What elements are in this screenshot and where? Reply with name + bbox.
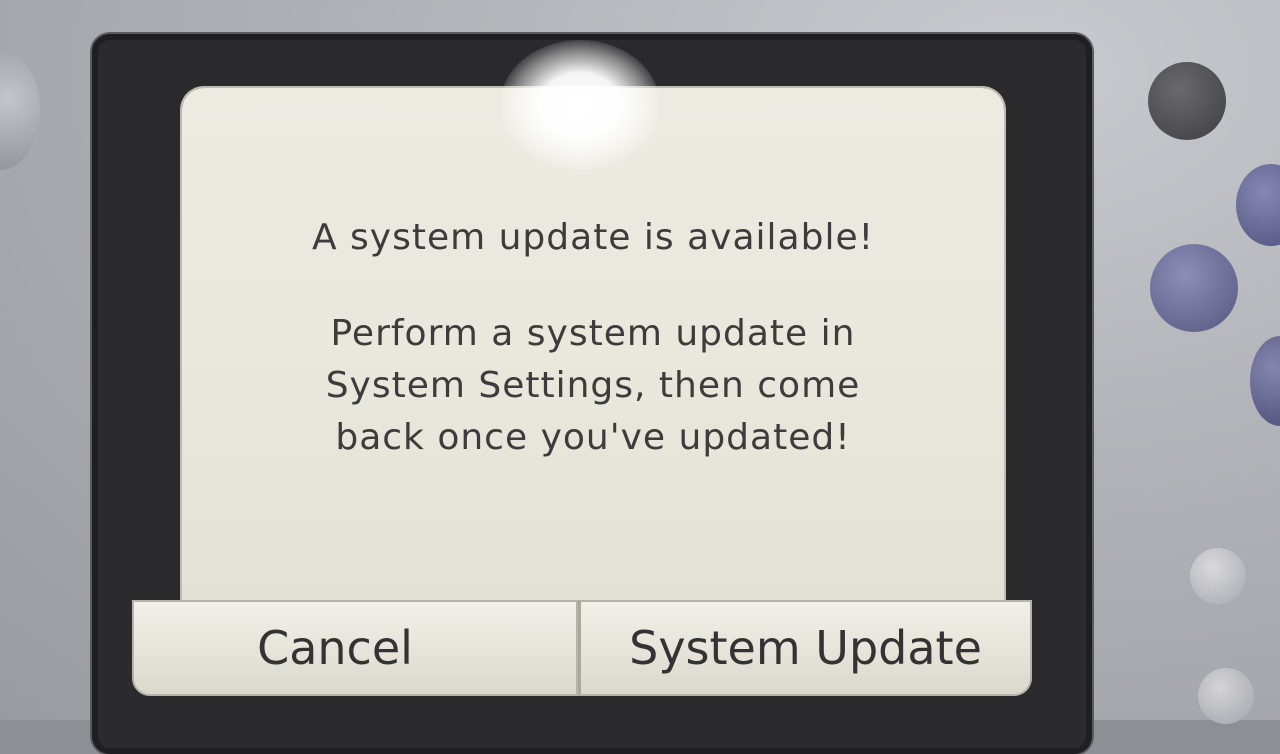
dialog-message: Perform a system update in System Settin… bbox=[326, 308, 861, 464]
system-update-button[interactable]: System Update bbox=[578, 600, 1032, 696]
handheld-device: A system update is available! Perform a … bbox=[0, 0, 1280, 754]
dialog-message-line: System Settings, then come bbox=[325, 365, 861, 406]
hardware-button-dark bbox=[1148, 62, 1226, 140]
dialog-message-line: back once you've updated! bbox=[335, 417, 851, 458]
hardware-action-button bbox=[1150, 244, 1238, 332]
device-left-control bbox=[0, 50, 40, 170]
dialog-content: A system update is available! Perform a … bbox=[182, 88, 1004, 600]
dialog-button-bar: Cancel System Update bbox=[132, 600, 1032, 700]
dialog-headline: A system update is available! bbox=[311, 217, 875, 258]
hardware-small-button bbox=[1190, 548, 1246, 604]
update-dialog: A system update is available! Perform a … bbox=[182, 88, 1004, 600]
dialog-message-line: Perform a system update in bbox=[330, 313, 856, 354]
hardware-action-button bbox=[1250, 336, 1280, 426]
hardware-action-button bbox=[1236, 164, 1280, 246]
cancel-button[interactable]: Cancel bbox=[132, 600, 578, 696]
hardware-small-button bbox=[1198, 668, 1254, 724]
